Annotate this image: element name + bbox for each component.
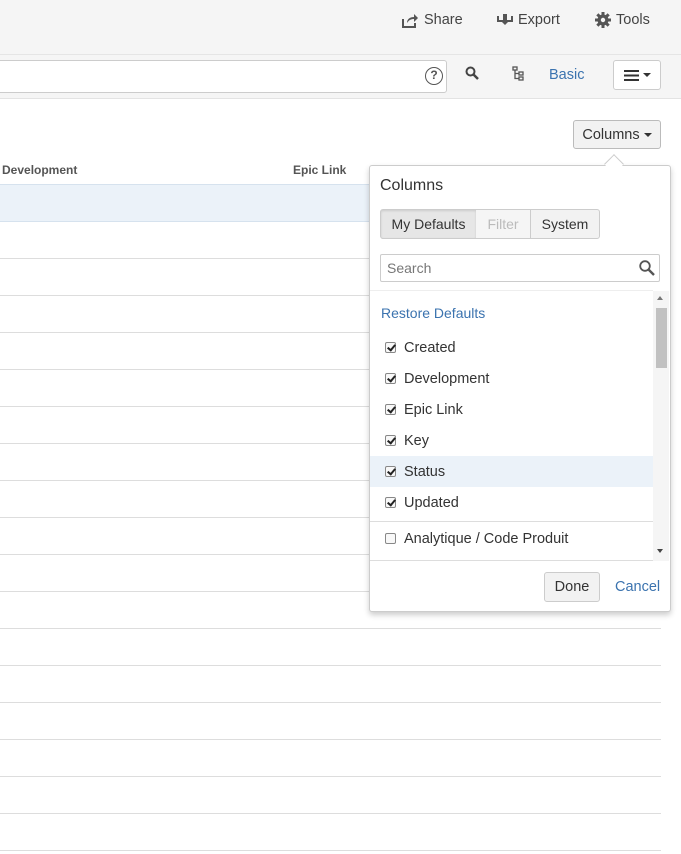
column-option-label: Analytique / Code Produit (404, 530, 569, 547)
tab-system[interactable]: System (530, 209, 600, 239)
checkbox[interactable] (385, 466, 396, 477)
column-header-epic-link[interactable]: Epic Link (293, 163, 346, 177)
hamburger-icon (623, 69, 639, 81)
layout-menu-button[interactable] (613, 60, 661, 90)
column-option-label: Created (404, 339, 456, 356)
export-label: Export (518, 12, 560, 28)
search-icon (639, 260, 655, 276)
column-option-status[interactable]: Status (370, 456, 653, 487)
row-divider (0, 776, 661, 777)
basic-search-link[interactable]: Basic (549, 67, 584, 83)
checkbox[interactable] (385, 435, 396, 446)
share-button[interactable]: Share (402, 11, 463, 29)
share-icon (402, 13, 418, 28)
search-icon[interactable] (465, 66, 479, 80)
row-divider (0, 628, 661, 629)
scroll-up-arrow[interactable] (657, 296, 663, 300)
columns-button-label: Columns (582, 126, 640, 143)
hierarchy-icon[interactable] (512, 66, 525, 81)
cancel-link[interactable]: Cancel (615, 579, 660, 595)
row-divider (0, 813, 661, 814)
column-option-analytique-code-produit[interactable]: Analytique / Code Produit (370, 523, 653, 554)
tools-label: Tools (616, 12, 650, 28)
export-icon (497, 13, 513, 25)
popover-title: Columns (380, 177, 444, 194)
column-option-epic-link[interactable]: Epic Link (370, 394, 653, 425)
checkbox[interactable] (385, 533, 396, 544)
column-header-development[interactable]: Development (2, 163, 77, 177)
share-label: Share (424, 12, 463, 28)
column-option-key[interactable]: Key (370, 425, 653, 456)
columns-button[interactable]: Columns (573, 120, 661, 149)
column-option-updated[interactable]: Updated (370, 487, 653, 518)
export-button[interactable]: Export (497, 11, 560, 29)
gear-icon (595, 12, 611, 28)
column-option-label: Updated (404, 494, 459, 511)
top-toolbar (0, 0, 681, 55)
column-option-label: Epic Link (404, 401, 463, 418)
checkbox[interactable] (385, 497, 396, 508)
chevron-down-icon (643, 132, 652, 137)
column-option-label: Status (404, 463, 446, 480)
checkbox[interactable] (385, 373, 396, 384)
scroll-down-arrow[interactable] (657, 549, 663, 553)
row-divider (0, 739, 661, 740)
scrollbar-thumb[interactable] (656, 308, 667, 368)
row-divider (0, 665, 661, 666)
chevron-down-icon (642, 73, 651, 77)
checkbox[interactable] (385, 342, 396, 353)
column-option-label: Development (404, 370, 490, 387)
help-icon[interactable]: ? (425, 67, 443, 85)
column-option-label: Key (404, 432, 429, 449)
row-divider (0, 850, 661, 851)
restore-defaults-link[interactable]: Restore Defaults (381, 305, 485, 321)
column-search-input[interactable] (381, 255, 621, 281)
row-divider (0, 702, 661, 703)
column-option-created[interactable]: Created (370, 332, 653, 363)
done-button[interactable]: Done (544, 572, 600, 602)
tab-my-defaults[interactable]: My Defaults (380, 209, 477, 239)
tools-button[interactable]: Tools (595, 11, 650, 29)
jql-search-input[interactable] (0, 60, 447, 93)
list-divider (370, 521, 653, 522)
column-search-field (380, 254, 660, 282)
checkbox[interactable] (385, 404, 396, 415)
column-option-development[interactable]: Development (370, 363, 653, 394)
tab-filter: Filter (476, 209, 531, 239)
